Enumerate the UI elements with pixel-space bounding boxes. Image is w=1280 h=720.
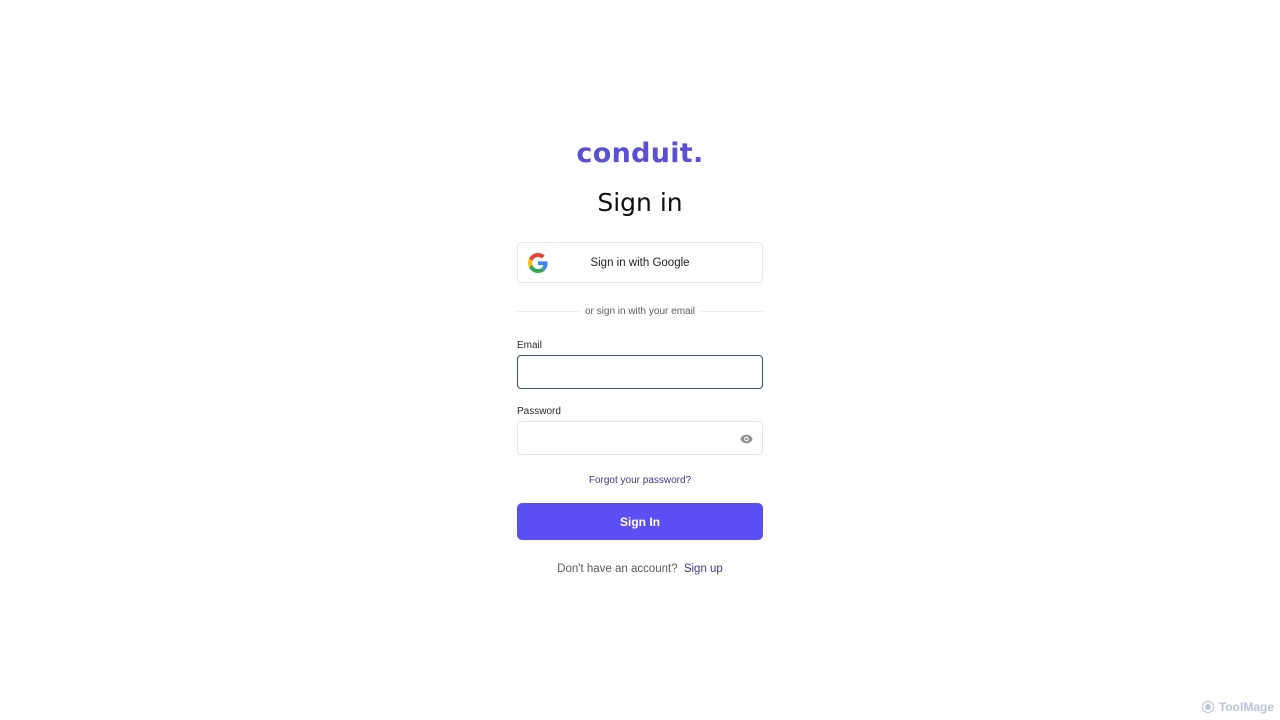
email-input[interactable] (517, 355, 763, 389)
email-divider: or sign in with your email (517, 305, 764, 317)
sign-in-page: conduit. Sign in Sign in with Google or … (0, 0, 1280, 720)
email-label: Email (517, 340, 543, 351)
sign-in-submit-button[interactable]: Sign In (517, 503, 763, 540)
divider-text: or sign in with your email (584, 305, 696, 317)
divider-line-right (701, 310, 764, 312)
watermark-text: ToolMage (1218, 700, 1274, 714)
forgot-password-link[interactable]: Forgot your password? (589, 475, 691, 486)
google-button-label: Sign in with Google (590, 256, 690, 269)
password-field-wrap (517, 421, 763, 455)
sign-in-card: conduit. Sign in Sign in with Google or … (517, 138, 764, 576)
watermark: ToolMage (1201, 700, 1274, 714)
google-sign-in-button[interactable]: Sign in with Google (517, 242, 763, 283)
sign-up-link[interactable]: Sign up (684, 563, 723, 575)
signup-prompt: Don't have an account? (557, 563, 678, 575)
divider-line-left (517, 310, 579, 312)
signup-row: Don't have an account? Sign up (517, 562, 763, 576)
page-title: Sign in (597, 188, 683, 217)
watermark-hexagon-icon (1202, 700, 1214, 714)
password-input[interactable] (517, 421, 763, 455)
forgot-password-row: Forgot your password? (517, 473, 763, 486)
google-icon (528, 253, 548, 273)
password-label: Password (517, 406, 561, 417)
email-field-wrap (517, 355, 763, 389)
eye-icon[interactable] (740, 432, 753, 444)
conduit-logo: conduit. (576, 138, 704, 169)
